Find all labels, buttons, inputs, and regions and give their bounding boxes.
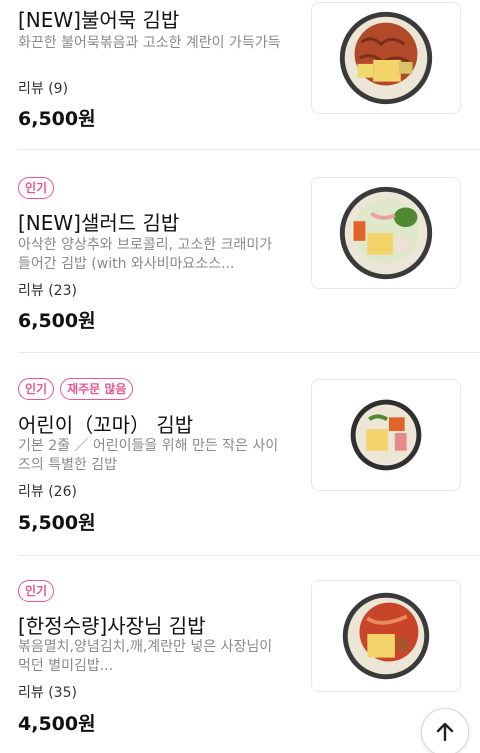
menu-item-name: [NEW]샐러드 김밥 [18,211,180,235]
menu-item-image [311,580,461,692]
popular-badge: 인기 [18,580,55,602]
gimbap-fish-cake-icon [339,11,433,105]
menu-item[interactable]: 인기 재주문 많음 어린이（꼬마） 김밥 기본 2줄 ／ 어린이들을 위해 만든… [0,353,480,556]
arrow-up-icon [436,722,454,742]
menu-item-price: 4,500원 [18,713,96,735]
menu-item-review-count: 리뷰 (23) [18,283,77,299]
menu-item-price: 6,500원 [18,108,96,130]
menu-item[interactable]: 인기 [NEW]샐러드 김밥 아삭한 양상추와 브로콜리, 고소한 크래미가 들… [0,150,480,353]
menu-item-price: 6,500원 [18,310,96,332]
menu-item-description: 화끈한 불어묵볶음과 고소한 계란이 가득가득 [18,35,281,51]
badge-group: 인기 [18,177,55,199]
menu-item-review-count: 리뷰 (35) [18,685,77,701]
gimbap-kids-icon [350,399,422,471]
badge-group: 인기 [18,580,55,602]
menu-item-image [311,177,461,289]
popular-badge: 인기 [18,177,55,199]
popular-badge: 인기 [18,378,55,400]
menu-item-description: 볶음멸치,양념김치,깨,계란만 넣은 사장님이 먹던 별미김밥... [18,639,273,674]
menu-item-description: 기본 2줄 ／ 어린이들을 위해 만든 작은 사이즈의 특별한 김밥 [18,438,279,473]
menu-item-description: 아삭한 양상추와 브로콜리, 고소한 크래미가 들어간 김밥 (with 와사비… [18,237,273,272]
menu-item-review-count: 리뷰 (9) [18,81,69,97]
menu-list: [NEW]불어묵 김밥 화끈한 불어묵볶음과 고소한 계란이 가득가득 리뷰 (… [0,0,480,753]
scroll-top-button[interactable] [421,708,469,753]
menu-item-image [311,2,461,114]
menu-item[interactable]: [NEW]불어묵 김밥 화끈한 불어묵볶음과 고소한 계란이 가득가득 리뷰 (… [0,0,480,150]
menu-item-name: [한정수량]사장님 김밥 [18,614,206,638]
menu-item-review-count: 리뷰 (26) [18,484,77,500]
menu-item-image [311,379,461,491]
menu-item[interactable]: 인기 [한정수량]사장님 김밥 볶음멸치,양념김치,깨,계란만 넣은 사장님이 … [0,556,480,753]
menu-item-name: [NEW]불어묵 김밥 [18,8,180,32]
gimbap-kimchi-icon [342,592,430,680]
badge-group: 인기 재주문 많음 [18,378,134,400]
reorder-badge: 재주문 많음 [60,378,134,400]
menu-item-price: 5,500원 [18,512,96,534]
gimbap-salad-icon [339,186,433,280]
menu-item-name: 어린이（꼬마） 김밥 [18,413,194,437]
